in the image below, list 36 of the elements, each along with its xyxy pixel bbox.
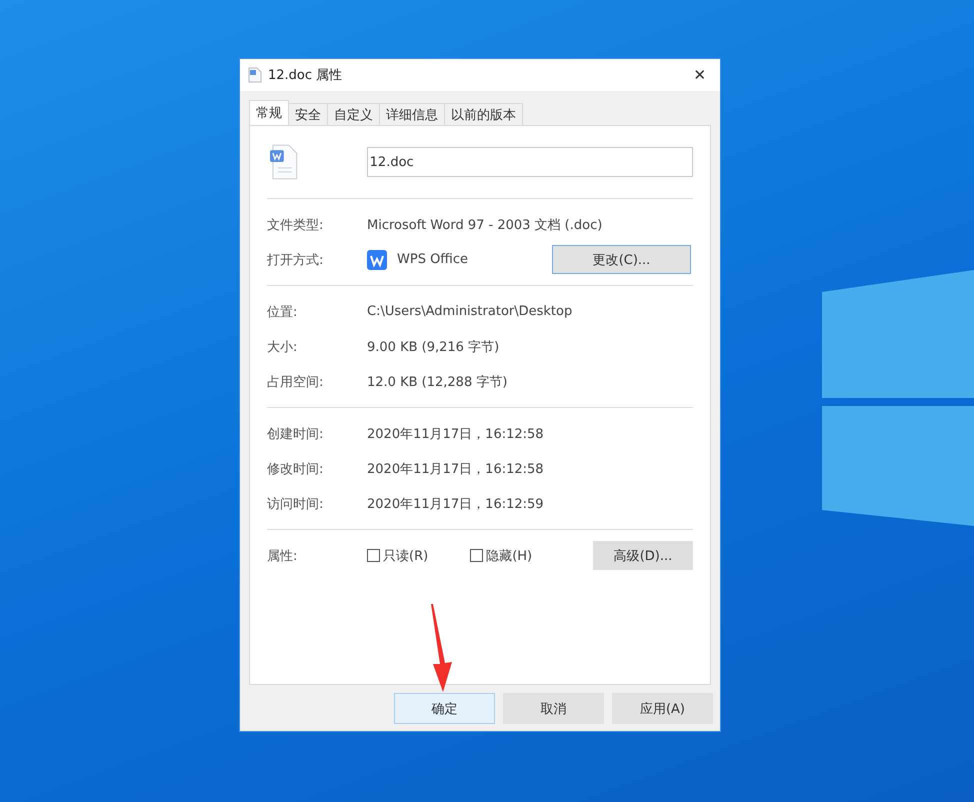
checkbox-square-icon[interactable] (367, 549, 380, 562)
change-button[interactable]: 更改(C)... (552, 245, 691, 274)
property-label: 占用空间: (267, 374, 324, 390)
property-label: 文件类型: (267, 216, 324, 234)
property-label: 打开方式: (267, 252, 324, 268)
property-value: 9.00 KB (9,216 字节) (367, 338, 500, 356)
property-value: 2020年11月17日，16:12:58 (367, 460, 544, 478)
property-label: 位置: (267, 304, 298, 320)
property-value: WPS Office (397, 252, 470, 267)
app-icon (367, 250, 387, 270)
close-button[interactable]: ✕ (680, 60, 720, 90)
document-icon (248, 67, 262, 83)
word-document-icon (269, 144, 299, 180)
dialog-button[interactable]: 应用(A) (612, 693, 713, 724)
dialog-button[interactable]: 确定 (394, 693, 495, 724)
property-value: 2020年11月17日，16:12:59 (367, 496, 544, 512)
checkbox[interactable]: 隐藏(H) (470, 546, 532, 564)
window-title: 12.doc 属性 (268, 67, 344, 84)
property-label: 访问时间: (267, 496, 324, 512)
property-value: C:\Users\Administrator\Desktop (367, 304, 572, 319)
checkbox[interactable]: 只读(R) (367, 546, 428, 564)
checkbox-label: 隐藏(H) (486, 548, 532, 564)
advanced-button[interactable]: 高级(D)... (593, 541, 693, 570)
property-label: 修改时间: (267, 460, 324, 478)
property-value: Microsoft Word 97 - 2003 文档 (.doc) (367, 216, 602, 234)
property-value: 12.0 KB (12,288 字节) (367, 374, 508, 390)
property-label: 属性: (267, 548, 298, 564)
file-name-field[interactable]: 12.doc (366, 147, 693, 177)
tab[interactable]: 常规 (249, 100, 289, 125)
checkbox-label: 只读(R) (383, 548, 428, 564)
property-label: 创建时间: (267, 426, 324, 442)
tab[interactable]: 以前的版本 (444, 103, 523, 125)
dialog-button[interactable]: 取消 (503, 693, 604, 724)
property-label: 大小: (267, 338, 298, 356)
property-value: 2020年11月17日，16:12:58 (367, 426, 544, 442)
checkbox-square-icon[interactable] (470, 549, 484, 562)
